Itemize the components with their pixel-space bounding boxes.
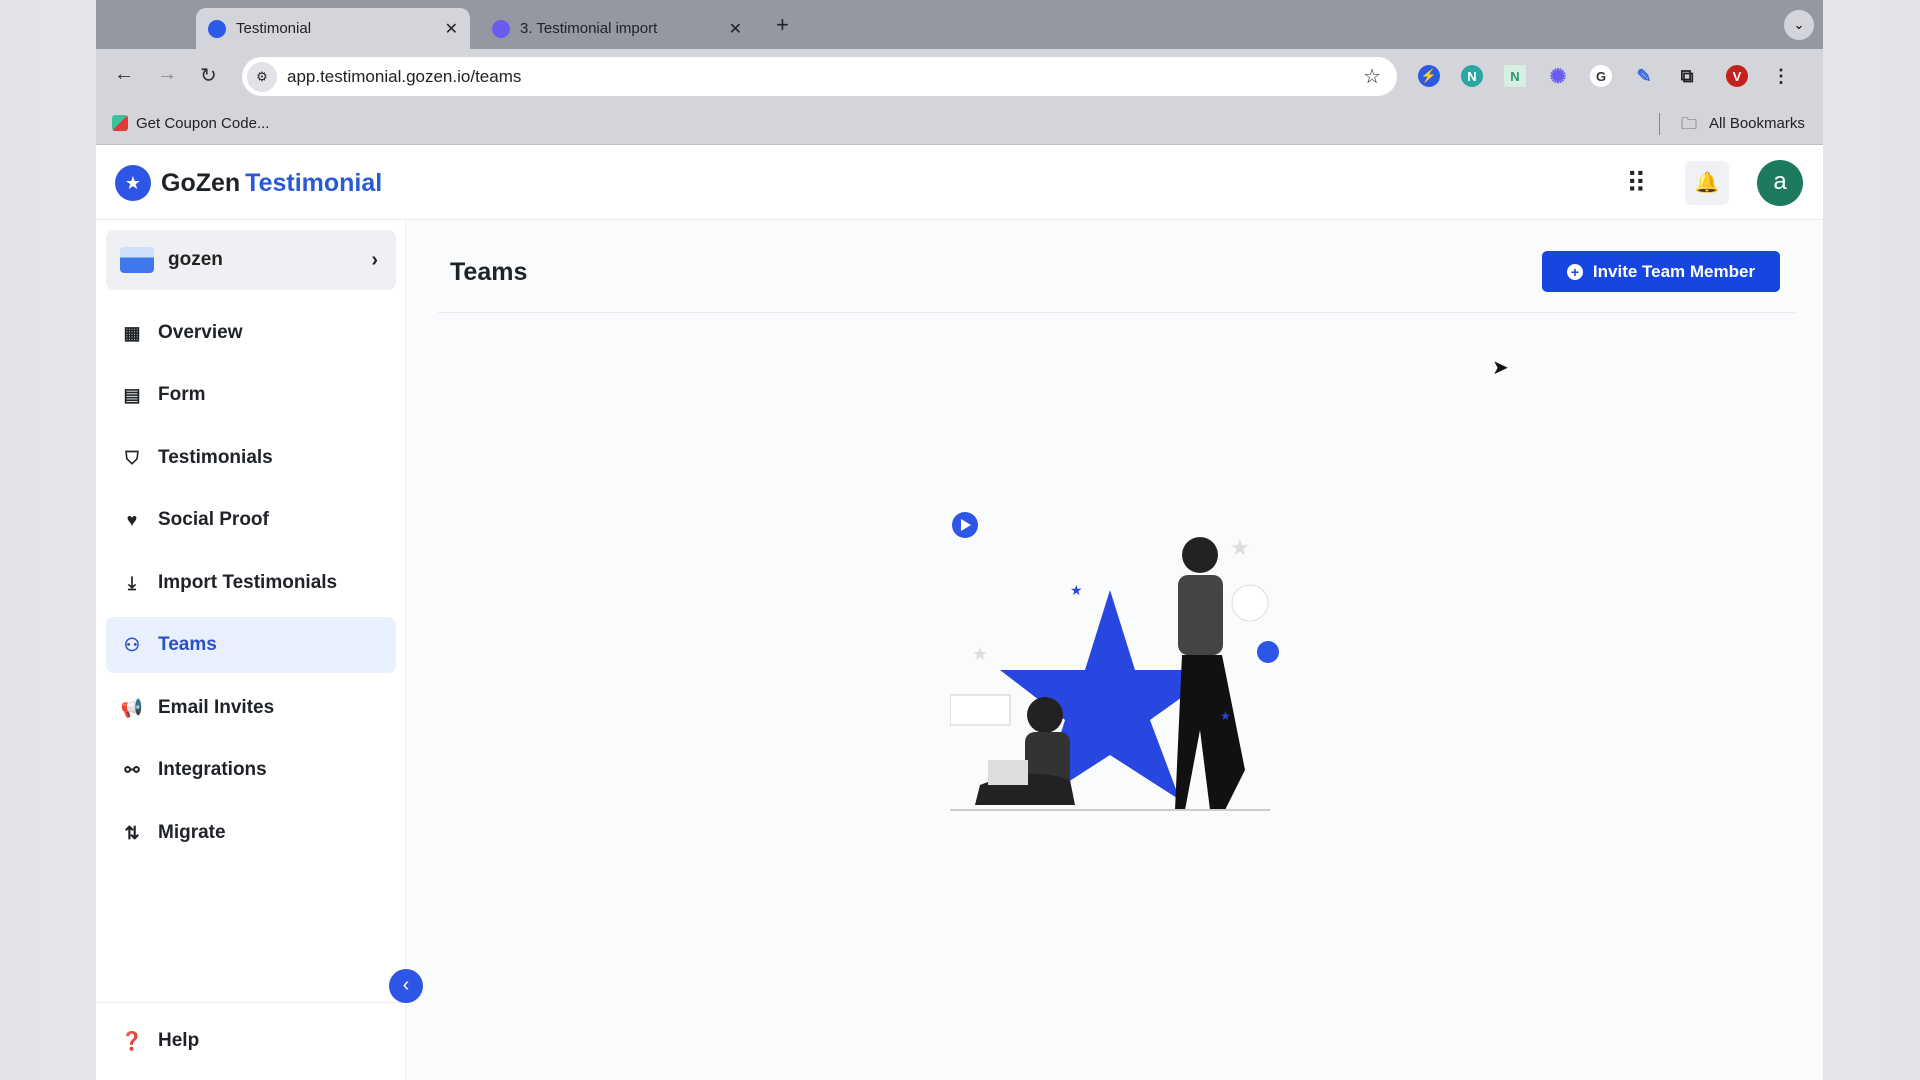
logo-star-icon: ★: [115, 165, 151, 201]
tab-testimonial-import[interactable]: 3. Testimonial import ✕: [480, 8, 754, 49]
address-bar-row: ← → ↻ ⚙ app.testimonial.gozen.io/teams ☆…: [96, 49, 1823, 103]
sidebar-item-form[interactable]: ▤ Form: [106, 367, 396, 423]
sidebar-item-label: Overview: [158, 322, 243, 343]
grid-icon: ▦: [123, 322, 141, 343]
close-tab-icon[interactable]: ✕: [445, 19, 458, 39]
sidebar-item-label: Import Testimonials: [158, 572, 338, 593]
reload-icon[interactable]: ↻: [200, 63, 217, 88]
logo-text: Testimonial: [245, 168, 383, 197]
main-content: Teams + Invite Team Member ★ ★ ★ ★ ➤: [407, 220, 1823, 1080]
tab-label: Testimonial: [236, 20, 312, 37]
sidebar: gozen › ▦ Overview ▤ Form ⛉ Testimonials ♥ S…: [96, 220, 406, 1080]
browser-window: Testimonial ✕ 3. Testimonial import ✕ + …: [96, 0, 1823, 1080]
gozen-favicon-icon: [208, 19, 226, 38]
svg-text:★: ★: [1230, 535, 1250, 560]
extension-n-icon[interactable]: N: [1461, 65, 1483, 87]
new-tab-icon[interactable]: +: [776, 12, 789, 38]
mouse-cursor-icon: ➤: [1492, 357, 1509, 379]
users-icon: ⚇: [123, 634, 141, 655]
divider: [96, 1002, 406, 1003]
coupon-favicon-icon: [112, 115, 128, 131]
logo[interactable]: ★ GoZen Testimonial: [115, 165, 382, 201]
sidebar-item-label: Teams: [158, 634, 217, 655]
org-name: gozen: [168, 249, 223, 270]
extension-g-icon[interactable]: G: [1590, 65, 1612, 87]
bookmarks-bar: Get Coupon Code... 🗀 All Bookmarks: [96, 103, 1823, 145]
megaphone-icon: 📢: [120, 697, 144, 718]
logo-text: GoZen: [161, 168, 241, 197]
sidebar-item-testimonials[interactable]: ⛉ Testimonials: [106, 430, 396, 486]
sidebar-item-label: Testimonials: [158, 447, 273, 468]
bookmark-star-icon[interactable]: ☆: [1363, 64, 1381, 89]
url-text: app.testimonial.gozen.io/teams: [287, 66, 522, 86]
help-icon: ❓: [120, 1030, 144, 1051]
invite-team-member-button[interactable]: + Invite Team Member: [1542, 251, 1780, 292]
tab-bar: Testimonial ✕ 3. Testimonial import ✕ + …: [96, 0, 1823, 49]
button-label: Invite Team Member: [1592, 261, 1756, 281]
sidebar-item-help[interactable]: ❓ Help: [106, 1013, 396, 1069]
svg-text:★: ★: [1070, 582, 1083, 598]
download-icon: ⤓: [128, 572, 136, 593]
user-avatar[interactable]: a: [1757, 160, 1803, 206]
form-icon: ▤: [123, 384, 141, 405]
sidebar-item-overview[interactable]: ▦ Overview: [106, 305, 396, 361]
svg-text:★: ★: [1220, 709, 1231, 723]
close-tab-icon[interactable]: ✕: [729, 19, 742, 39]
plus-circle-icon: +: [1566, 263, 1583, 280]
url-bar[interactable]: ⚙ app.testimonial.gozen.io/teams ☆: [242, 57, 1397, 96]
tab-search-chevron-icon[interactable]: ⌄: [1784, 10, 1814, 40]
extensions-puzzle-icon[interactable]: ⧉: [1676, 65, 1698, 87]
extension-pen-icon[interactable]: ✎: [1633, 65, 1655, 87]
extension-gear-icon[interactable]: ✺: [1547, 65, 1569, 88]
sidebar-item-label: Migrate: [158, 822, 226, 843]
sidebar-item-label: Form: [158, 384, 206, 405]
page-title: Teams: [450, 258, 528, 286]
sidebar-item-label: Social Proof: [158, 509, 269, 530]
sidebar-item-integrations[interactable]: ⚯ Integrations: [106, 742, 396, 798]
empty-teams-illustration: ★ ★ ★ ★: [950, 512, 1279, 811]
divider: [438, 312, 1795, 313]
extension-bolt-icon[interactable]: ⚡: [1418, 65, 1440, 87]
bookmark-icon: ⛉: [125, 447, 139, 468]
sidebar-item-migrate[interactable]: ⇅ Migrate: [106, 805, 396, 861]
tab-testimonial[interactable]: Testimonial ✕: [196, 8, 470, 49]
extension-notion-icon[interactable]: N: [1504, 65, 1526, 87]
forward-icon[interactable]: →: [157, 63, 177, 86]
notification-bell-icon[interactable]: 🔔: [1685, 161, 1729, 205]
app-header: ★ GoZen Testimonial ⠿ 🔔 a: [96, 145, 1823, 220]
site-settings-icon[interactable]: ⚙: [247, 61, 277, 92]
menu-kebab-icon[interactable]: ⋮: [1770, 65, 1792, 87]
profile-avatar[interactable]: V: [1726, 65, 1748, 87]
divider: [1659, 113, 1660, 135]
sidebar-item-label: Integrations: [158, 759, 267, 780]
sidebar-item-import-testimonials[interactable]: ⤓ Import Testimonials: [106, 555, 396, 611]
all-bookmarks-link[interactable]: All Bookmarks: [1709, 115, 1805, 132]
heart-hand-icon: ♥: [126, 509, 138, 530]
sidebar-item-label: Email Invites: [158, 697, 275, 718]
collapse-sidebar-button[interactable]: ‹: [389, 969, 423, 1003]
sidebar-item-teams[interactable]: ⚇ Teams: [106, 617, 396, 673]
gear-favicon-icon: [492, 19, 510, 38]
tab-label: 3. Testimonial import: [520, 20, 658, 37]
bookmark-get-coupon[interactable]: Get Coupon Code...: [136, 115, 269, 132]
org-switcher[interactable]: gozen ›: [106, 230, 396, 290]
apps-grid-icon[interactable]: ⠿: [1626, 167, 1646, 200]
sidebar-item-social-proof[interactable]: ♥ Social Proof: [106, 492, 396, 548]
sidebar-item-email-invites[interactable]: 📢 Email Invites: [106, 680, 396, 736]
sidebar-item-label: Help: [158, 1030, 200, 1051]
org-image-icon: [120, 247, 154, 273]
svg-text:★: ★: [972, 644, 988, 664]
back-icon[interactable]: ←: [114, 63, 134, 86]
folder-icon: 🗀: [1681, 116, 1698, 133]
chevron-right-icon: ›: [371, 248, 378, 271]
arrows-icon: ⇅: [124, 822, 140, 843]
plug-icon: ⚯: [124, 759, 140, 780]
